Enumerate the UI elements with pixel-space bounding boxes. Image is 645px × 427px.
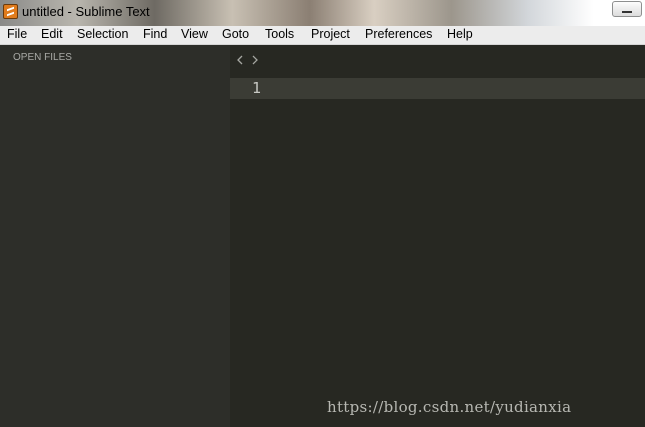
chevron-left-icon[interactable] xyxy=(237,55,243,65)
minimize-button[interactable] xyxy=(612,1,642,17)
menu-bar: File Edit Selection Find View Goto Tools… xyxy=(0,26,645,45)
menu-edit[interactable]: Edit xyxy=(41,27,63,41)
menu-project[interactable]: Project xyxy=(311,27,350,41)
open-files-heading: OPEN FILES xyxy=(13,52,72,63)
menu-tools[interactable]: Tools xyxy=(265,27,294,41)
menu-help[interactable]: Help xyxy=(447,27,473,41)
menu-selection[interactable]: Selection xyxy=(77,27,128,41)
window-title: untitled - Sublime Text xyxy=(22,4,150,19)
sidebar: OPEN FILES xyxy=(0,45,230,427)
chevron-right-icon[interactable] xyxy=(252,55,258,65)
editor-pane[interactable]: 1 https://blog.csdn.net/yudianxia xyxy=(230,45,645,427)
menu-goto[interactable]: Goto xyxy=(222,27,249,41)
menu-view[interactable]: View xyxy=(181,27,208,41)
sublime-text-icon xyxy=(3,4,18,19)
line-number: 1 xyxy=(252,79,262,97)
window-title-bar[interactable]: untitled - Sublime Text xyxy=(0,0,645,26)
menu-find[interactable]: Find xyxy=(143,27,167,41)
tab-navigation xyxy=(235,54,261,66)
menu-file[interactable]: File xyxy=(7,27,27,41)
watermark-text: https://blog.csdn.net/yudianxia xyxy=(327,398,572,416)
current-line-highlight[interactable]: 1 xyxy=(230,78,645,99)
menu-preferences[interactable]: Preferences xyxy=(365,27,432,41)
